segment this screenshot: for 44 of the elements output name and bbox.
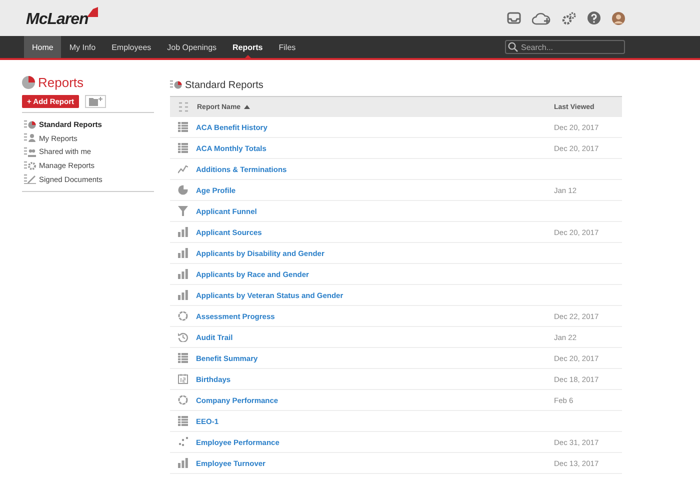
mine-report-icon <box>24 133 36 144</box>
shared-report-icon <box>24 146 36 157</box>
nav-tab[interactable]: Home <box>24 36 62 58</box>
line-report-icon <box>178 164 188 174</box>
folder-plus-icon <box>88 97 103 106</box>
sort-ascending-icon <box>244 105 250 109</box>
nav-tab[interactable]: Reports <box>224 36 271 58</box>
settings-icon[interactable] <box>562 12 576 24</box>
nav-tab[interactable]: Files <box>270 36 304 58</box>
scatter-report-icon <box>178 437 188 447</box>
cloud-upload-icon[interactable] <box>532 12 551 24</box>
table-report-icon <box>178 143 188 153</box>
pie-report-icon <box>178 185 188 195</box>
pie-chart-icon <box>22 76 35 88</box>
logo[interactable]: McLaren <box>26 11 88 29</box>
table-report-icon <box>178 353 188 363</box>
calendar-report-icon <box>178 374 188 384</box>
logo-mark-icon <box>87 7 100 19</box>
nav-tab[interactable]: My Info <box>61 36 104 58</box>
standard-report-icon <box>24 120 36 130</box>
manage-report-icon <box>24 160 36 171</box>
ring-report-icon <box>178 395 188 405</box>
section-title: Standard Reports <box>185 80 264 90</box>
bar-report-icon <box>178 248 188 258</box>
bar-report-icon <box>178 290 188 300</box>
search-field[interactable]: Search... <box>505 40 625 54</box>
bar-report-icon <box>178 458 188 468</box>
new-folder-button[interactable] <box>85 95 106 108</box>
avatar-icon[interactable] <box>612 12 625 24</box>
signed-report-icon <box>24 174 36 184</box>
nav-tab[interactable]: Employees <box>104 36 160 58</box>
history-report-icon <box>178 332 188 342</box>
ring-report-icon <box>178 311 188 321</box>
nav-tab[interactable]: Job Openings <box>159 36 225 58</box>
search-icon <box>508 42 518 52</box>
table-report-icon <box>178 416 188 426</box>
bar-report-icon <box>178 269 188 279</box>
funnel-report-icon <box>178 206 188 216</box>
page-title: Reports <box>38 74 84 90</box>
standard-report-icon <box>170 80 182 90</box>
table-report-icon <box>178 122 188 132</box>
help-icon[interactable] <box>587 11 601 25</box>
bar-report-icon <box>178 227 188 237</box>
inbox-icon[interactable] <box>507 12 521 24</box>
